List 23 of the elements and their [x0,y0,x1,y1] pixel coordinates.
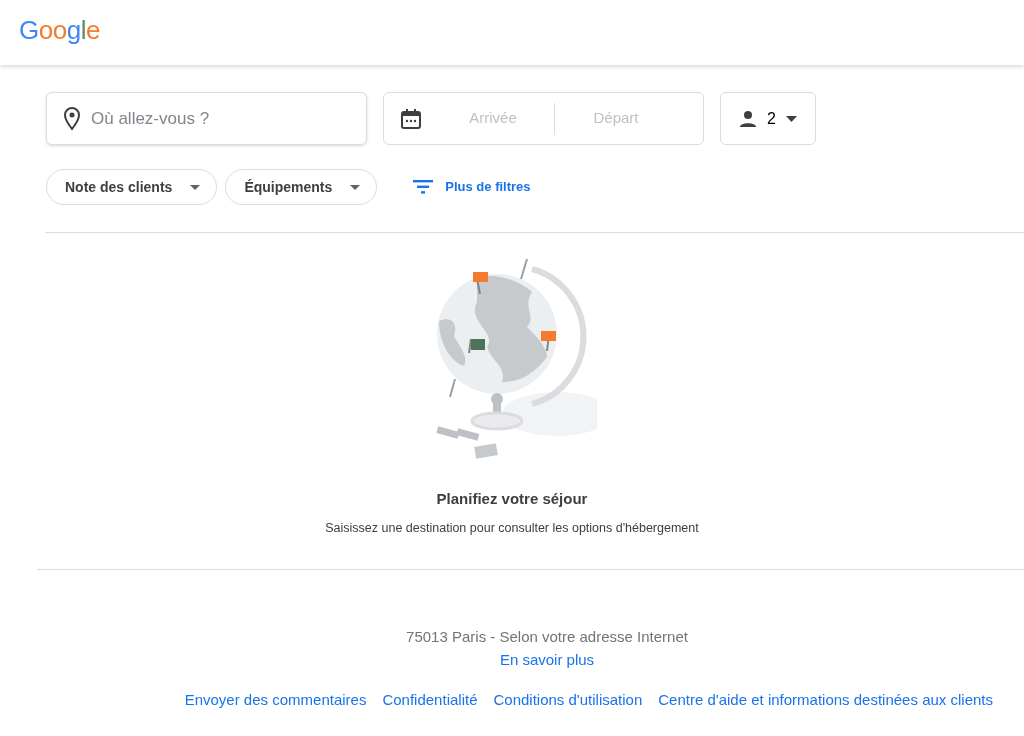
check-in-field[interactable]: Arrivée [438,106,548,131]
filter-icon [413,180,434,194]
more-filters-button[interactable]: Plus de filtres [385,169,531,205]
check-out-field[interactable]: Départ [561,106,671,131]
filter-dropdown[interactable]: Note des clients [46,169,218,205]
location-text: 75013 Paris - Selon votre adresse Internet [406,627,688,648]
google-logo: Google [19,15,100,45]
caret-icon [190,184,201,190]
footer-link[interactable]: Confidentialité [382,689,478,712]
guests-dropdown[interactable]: 2 [720,92,816,145]
empty-state-message: Saisissez une destination pour consulter les options d'hébergement [325,519,699,537]
learn-more-link[interactable]: En savoir plus [499,648,595,672]
footer-link[interactable]: Centre d'aide et informations destinées aux clients [658,689,993,712]
person-icon [739,109,758,128]
calendar-icon [400,107,422,130]
destination-field[interactable]: Où allez-vous ? [46,92,367,145]
empty-state-title: Planifiez votre séjour [436,489,588,509]
footer-link[interactable]: Envoyer des commentaires [184,689,367,712]
caret-icon [785,115,797,122]
footer-link[interactable]: Conditions d'utilisation [493,689,643,712]
caret-icon [350,184,361,190]
filter-dropdown[interactable]: Équipements [225,169,378,205]
location-pin-icon [63,107,81,131]
